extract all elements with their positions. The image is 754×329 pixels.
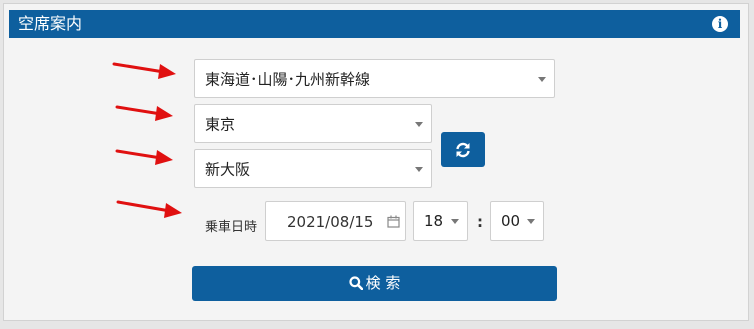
time-separator: :: [477, 213, 483, 231]
chevron-down-icon: [415, 121, 423, 127]
minute-select[interactable]: 00: [490, 201, 544, 241]
departure-station-select[interactable]: 東京: [194, 104, 432, 143]
chevron-down-icon: [527, 219, 535, 224]
boarding-datetime-label: 乗車日時: [205, 220, 258, 235]
annotation-arrow-icon: [112, 62, 176, 79]
refresh-icon: [456, 142, 470, 158]
departure-station-value: 東京: [205, 115, 236, 133]
annotation-arrow-icon: [115, 105, 173, 121]
annotation-arrow-icon: [115, 149, 173, 165]
minute-value: 00: [501, 212, 521, 230]
info-icon[interactable]: i: [712, 16, 728, 32]
annotation-arrow-icon: [116, 200, 182, 218]
line-select-value: 東海道･山陽･九州新幹線: [205, 70, 371, 88]
chevron-down-icon: [415, 166, 423, 172]
hour-select[interactable]: 18: [413, 201, 468, 241]
hour-value: 18: [424, 212, 444, 230]
line-select[interactable]: 東海道･山陽･九州新幹線: [194, 59, 555, 98]
panel-title: 空席案内: [18, 14, 83, 33]
swap-stations-button[interactable]: [441, 132, 485, 167]
search-icon: [349, 276, 363, 291]
boarding-date-value: 2021/08/15: [287, 213, 374, 231]
boarding-date-input[interactable]: 2021/08/15: [265, 201, 406, 241]
arrival-station-select[interactable]: 新大阪: [194, 149, 432, 188]
chevron-down-icon: [451, 219, 459, 224]
calendar-icon: [387, 215, 400, 228]
search-button-label: 検 索: [365, 274, 401, 292]
panel-header: 空席案内 i: [9, 10, 740, 38]
arrival-station-value: 新大阪: [205, 160, 251, 178]
search-button[interactable]: 検 索: [192, 266, 557, 301]
chevron-down-icon: [538, 76, 546, 82]
